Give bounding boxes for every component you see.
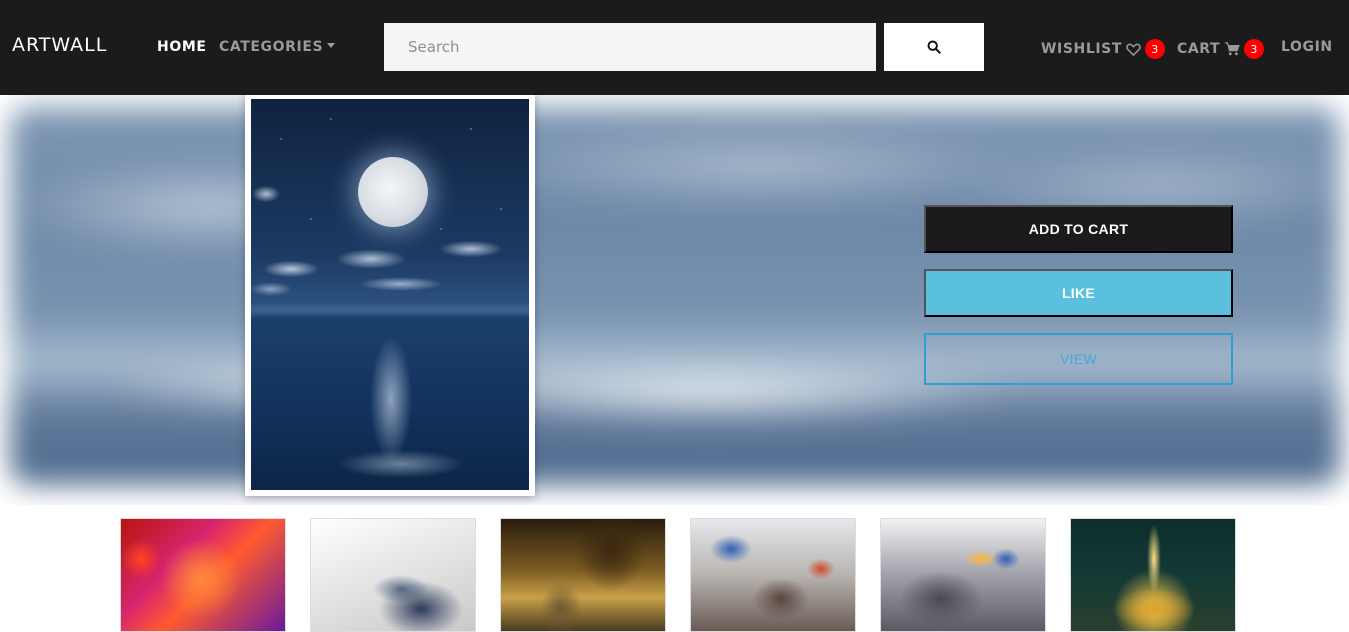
artwork-thumbnail[interactable] bbox=[500, 518, 666, 632]
like-button[interactable]: LIKE bbox=[924, 269, 1233, 317]
wishlist-label: WISHLIST bbox=[1041, 41, 1123, 57]
clouds bbox=[251, 229, 529, 299]
caret-down-icon bbox=[327, 43, 336, 48]
heart-icon bbox=[1126, 43, 1141, 56]
nav-cart[interactable]: CART 3 bbox=[1177, 39, 1265, 59]
add-to-cart-button[interactable]: ADD TO CART bbox=[924, 205, 1233, 253]
search-button[interactable] bbox=[884, 23, 984, 71]
brand-logo[interactable]: ARTWALL bbox=[12, 34, 107, 56]
cart-label: CART bbox=[1177, 41, 1221, 57]
search-input[interactable] bbox=[384, 23, 876, 71]
artwork-thumbnail[interactable] bbox=[880, 518, 1046, 632]
nav-categories-dropdown[interactable]: CATEGORIES bbox=[219, 39, 336, 55]
nav-categories-label: CATEGORIES bbox=[219, 39, 324, 55]
featured-artwork-moon-ocean bbox=[251, 99, 529, 490]
search-icon bbox=[927, 40, 941, 54]
nav-home[interactable]: HOME bbox=[157, 39, 207, 55]
cart-icon bbox=[1224, 42, 1240, 56]
nav-login[interactable]: LOGIN bbox=[1281, 39, 1333, 55]
artwork-thumbnails bbox=[0, 518, 1349, 632]
artwork-thumbnail[interactable] bbox=[1070, 518, 1236, 632]
moon bbox=[358, 157, 428, 227]
artwork-thumbnail[interactable] bbox=[120, 518, 286, 632]
water-sparkle bbox=[311, 439, 491, 489]
view-button[interactable]: VIEW bbox=[924, 333, 1233, 385]
artwork-thumbnail[interactable] bbox=[690, 518, 856, 632]
wishlist-count-badge: 3 bbox=[1145, 39, 1166, 59]
nav-wishlist[interactable]: WISHLIST 3 bbox=[1041, 39, 1166, 59]
featured-artwork-frame[interactable] bbox=[245, 95, 535, 496]
cart-count-badge: 3 bbox=[1244, 39, 1265, 59]
artwork-thumbnail[interactable] bbox=[310, 518, 476, 632]
navbar: ARTWALL HOME CATEGORIES WISHLIST 3 CART … bbox=[0, 0, 1349, 95]
cloud bbox=[251, 179, 291, 209]
hero-banner: ADD TO CART LIKE VIEW bbox=[0, 95, 1349, 505]
